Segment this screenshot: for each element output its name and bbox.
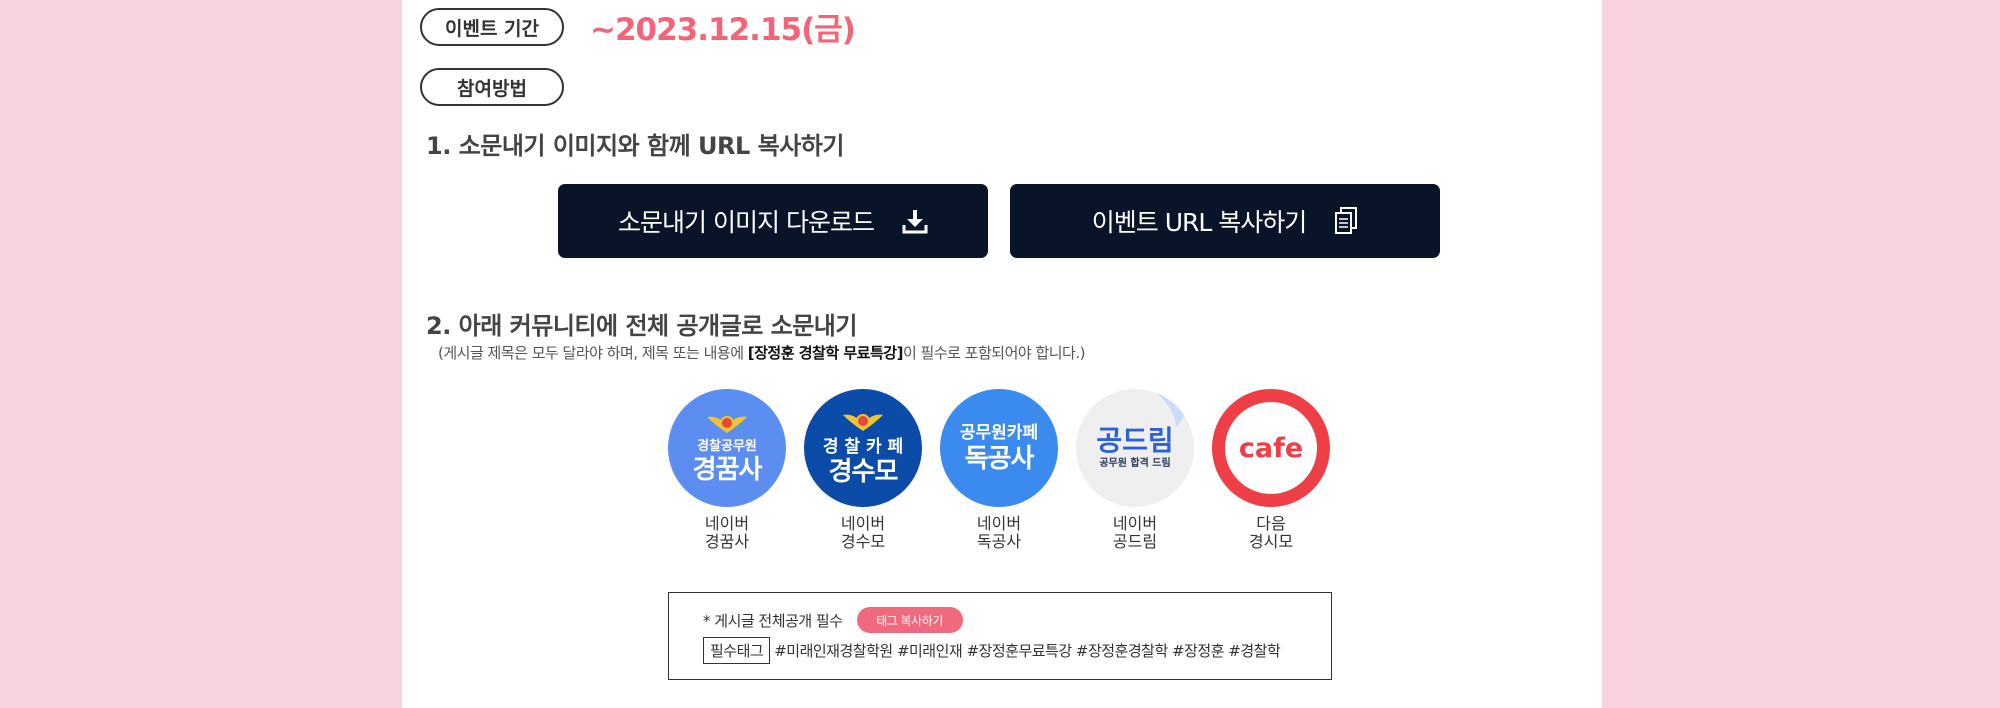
community-title: 공드림	[1112, 532, 1158, 551]
community-platform: 네이버	[840, 514, 886, 533]
required-tags-label: 필수태그	[703, 637, 771, 664]
community-name: 네이버 독공사	[940, 515, 1058, 551]
required-tags-box: * 게시글 전체공개 필수 태그 복사하기 필수태그 #미래인재경찰학원 #미래…	[668, 592, 1332, 680]
logo-subtitle: 공무원카페	[959, 423, 1039, 443]
step2-note: (게시글 제목은 모두 달라야 하며, 제목 또는 내용에 [장정훈 경찰학 무…	[438, 342, 1085, 363]
note-text-before: (게시글 제목은 모두 달라야 하며, 제목 또는 내용에	[438, 344, 748, 362]
corner-fold-icon	[1156, 393, 1190, 427]
note-text-after: 이 필수로 포함되어야 합니다.)	[902, 344, 1086, 362]
logo-title: 독공사	[964, 444, 1035, 474]
note-required-title: [장정훈 경찰학 무료특강]	[747, 344, 904, 362]
download-icon	[902, 208, 928, 234]
community-dokgongsa: 공무원카페 독공사 네이버 독공사	[940, 389, 1058, 551]
participation-label: 참여방법	[420, 68, 564, 106]
logo-subtitle: 경찰공무원	[697, 439, 757, 454]
copy-icon	[1334, 207, 1358, 235]
gyeongkkumsa-logo[interactable]: 경찰공무원 경꿈사	[668, 389, 786, 507]
download-image-button[interactable]: 소문내기 이미지 다운로드	[558, 184, 988, 258]
step1-title: 1. 소문내기 이미지와 함께 URL 복사하기	[426, 132, 844, 160]
community-platform: 네이버	[976, 514, 1022, 533]
community-title: 독공사	[976, 532, 1022, 551]
public-post-required-text: * 게시글 전체공개 필수	[703, 611, 843, 630]
tag-row-header: * 게시글 전체공개 필수 태그 복사하기	[703, 607, 963, 633]
copy-url-button-label: 이벤트 URL 복사하기	[1091, 208, 1307, 237]
event-panel: 이벤트 기간 ~2023.12.15(금) 참여방법 1. 소문내기 이미지와 …	[402, 0, 1602, 708]
community-gongdream: 공드림 공무원 합격 드림 네이버 공드림	[1076, 389, 1194, 551]
community-gyeongsimo: cafe 다음 경시모	[1212, 389, 1330, 551]
police-emblem-icon	[843, 414, 883, 431]
gongdream-logo[interactable]: 공드림 공무원 합격 드림	[1076, 389, 1194, 507]
community-title: 경수모	[840, 532, 886, 551]
community-platform: 네이버	[704, 514, 750, 533]
copy-tags-button[interactable]: 태그 복사하기	[856, 607, 963, 633]
community-name: 네이버 경꿈사	[668, 515, 786, 551]
community-name: 네이버 경수모	[804, 515, 922, 551]
cafe-logo-text: cafe	[1238, 432, 1304, 464]
dokgongsa-logo[interactable]: 공무원카페 독공사	[940, 389, 1058, 507]
community-name: 다음 경시모	[1212, 515, 1330, 551]
logo-title: 경꿈사	[692, 455, 763, 485]
daum-cafe-logo[interactable]: cafe	[1212, 389, 1330, 507]
event-period-value: ~2023.12.15(금)	[590, 12, 856, 48]
hashtags-text: #미래인재경찰학원 #미래인재 #장정훈무료특강 #장정훈경찰학 #장정훈 #경…	[774, 642, 1281, 660]
community-platform: 다음	[1256, 514, 1286, 533]
tag-row-tags: 필수태그 #미래인재경찰학원 #미래인재 #장정훈무료특강 #장정훈경찰학 #장…	[703, 637, 1281, 664]
community-gyeongkkumsa: 경찰공무원 경꿈사 네이버 경꿈사	[668, 389, 786, 551]
community-name: 네이버 공드림	[1076, 515, 1194, 551]
gyeongsumo-logo[interactable]: 경 찰 카 페 경수모	[804, 389, 922, 507]
logo-subtitle: 공무원 합격 드림	[1099, 458, 1171, 469]
copy-event-url-button[interactable]: 이벤트 URL 복사하기	[1010, 184, 1440, 258]
logo-title: 경수모	[828, 457, 899, 487]
police-emblem-icon	[707, 416, 747, 433]
logo-title: 공드림	[1096, 424, 1174, 457]
community-gyeongsumo: 경 찰 카 페 경수모 네이버 경수모	[804, 389, 922, 551]
download-button-label: 소문내기 이미지 다운로드	[618, 208, 875, 237]
event-period-label: 이벤트 기간	[420, 8, 564, 46]
step2-title: 2. 아래 커뮤니티에 전체 공개글로 소문내기	[426, 312, 857, 340]
community-title: 경꿈사	[704, 532, 750, 551]
community-platform: 네이버	[1112, 514, 1158, 533]
logo-subtitle: 경 찰 카 페	[822, 437, 904, 457]
cafe-logo-inner: cafe	[1225, 402, 1317, 494]
community-title: 경시모	[1248, 532, 1294, 551]
